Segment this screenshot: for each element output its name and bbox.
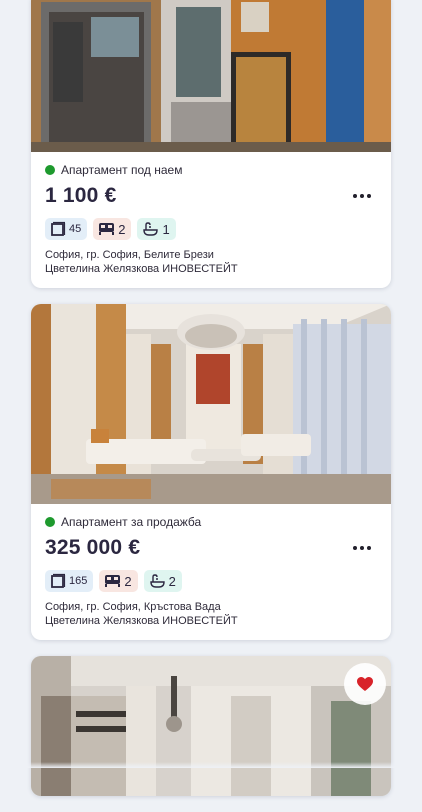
price-row: 325 000 €	[45, 536, 377, 560]
area-icon	[51, 573, 66, 588]
more-options-button[interactable]	[349, 540, 375, 556]
scroll-fade	[0, 762, 422, 768]
listing-info: Апартамент под наем 1 100 € 45 2 1 София…	[31, 152, 391, 288]
listing-type-label: Апартамент за продажба	[61, 515, 202, 529]
listing-type: Апартамент под наем	[45, 163, 377, 177]
bed-icon	[105, 575, 121, 587]
availability-dot	[45, 165, 55, 175]
bath-icon	[143, 222, 159, 236]
bathrooms-value: 2	[168, 573, 176, 589]
bedrooms-value: 2	[124, 573, 132, 589]
listing-price: 1 100 €	[45, 184, 117, 207]
price-row: 1 100 €	[45, 184, 377, 208]
listing-photo[interactable]	[31, 304, 391, 504]
listing-location: София, гр. София, Кръстова Вада	[45, 601, 221, 613]
availability-dot	[45, 517, 55, 527]
listing-agency[interactable]: Цветелина Желязкова ИНОВЕСТЕЙТ	[45, 614, 377, 628]
listing-image	[31, 0, 391, 152]
more-options-icon	[353, 546, 357, 550]
bed-icon	[99, 223, 115, 235]
listing-features: 165 2 2	[45, 570, 377, 592]
bathrooms-value: 1	[162, 221, 170, 237]
bedrooms-chip: 2	[99, 570, 138, 592]
listing-location: София, гр. София, Белите Брези	[45, 249, 214, 261]
listing-price: 325 000 €	[45, 536, 141, 559]
more-options-icon	[353, 194, 357, 198]
area-chip: 45	[45, 218, 88, 240]
bedrooms-chip: 2	[93, 218, 132, 240]
listing-features: 45 2 1	[45, 218, 377, 240]
bathrooms-chip: 2	[143, 570, 182, 592]
listing-card[interactable]: Апартамент за продажба 325 000 € 165 2 2…	[31, 304, 391, 640]
listing-agency[interactable]: Цветелина Желязкова ИНОВЕСТЕЙТ	[45, 262, 377, 276]
listing-card[interactable]	[31, 656, 391, 796]
area-value: 45	[69, 223, 82, 235]
area-value: 165	[69, 575, 88, 587]
listing-image	[31, 656, 391, 796]
bedrooms-value: 2	[118, 221, 126, 237]
heart-icon	[357, 677, 373, 691]
area-chip: 165	[45, 570, 94, 592]
more-options-button[interactable]	[349, 188, 375, 204]
bath-icon	[149, 574, 165, 588]
listing-photo[interactable]	[31, 0, 391, 152]
listing-card[interactable]: Апартамент под наем 1 100 € 45 2 1 София…	[31, 0, 391, 288]
listing-image	[31, 304, 391, 504]
favorite-button[interactable]	[344, 663, 386, 705]
area-icon	[51, 221, 66, 236]
listing-info: Апартамент за продажба 325 000 € 165 2 2…	[31, 504, 391, 640]
listing-photo[interactable]	[31, 656, 391, 796]
listings-feed: Апартамент под наем 1 100 € 45 2 1 София…	[0, 0, 422, 812]
listing-type: Апартамент за продажба	[45, 515, 377, 529]
bathrooms-chip: 1	[137, 218, 176, 240]
listing-type-label: Апартамент под наем	[61, 163, 183, 177]
